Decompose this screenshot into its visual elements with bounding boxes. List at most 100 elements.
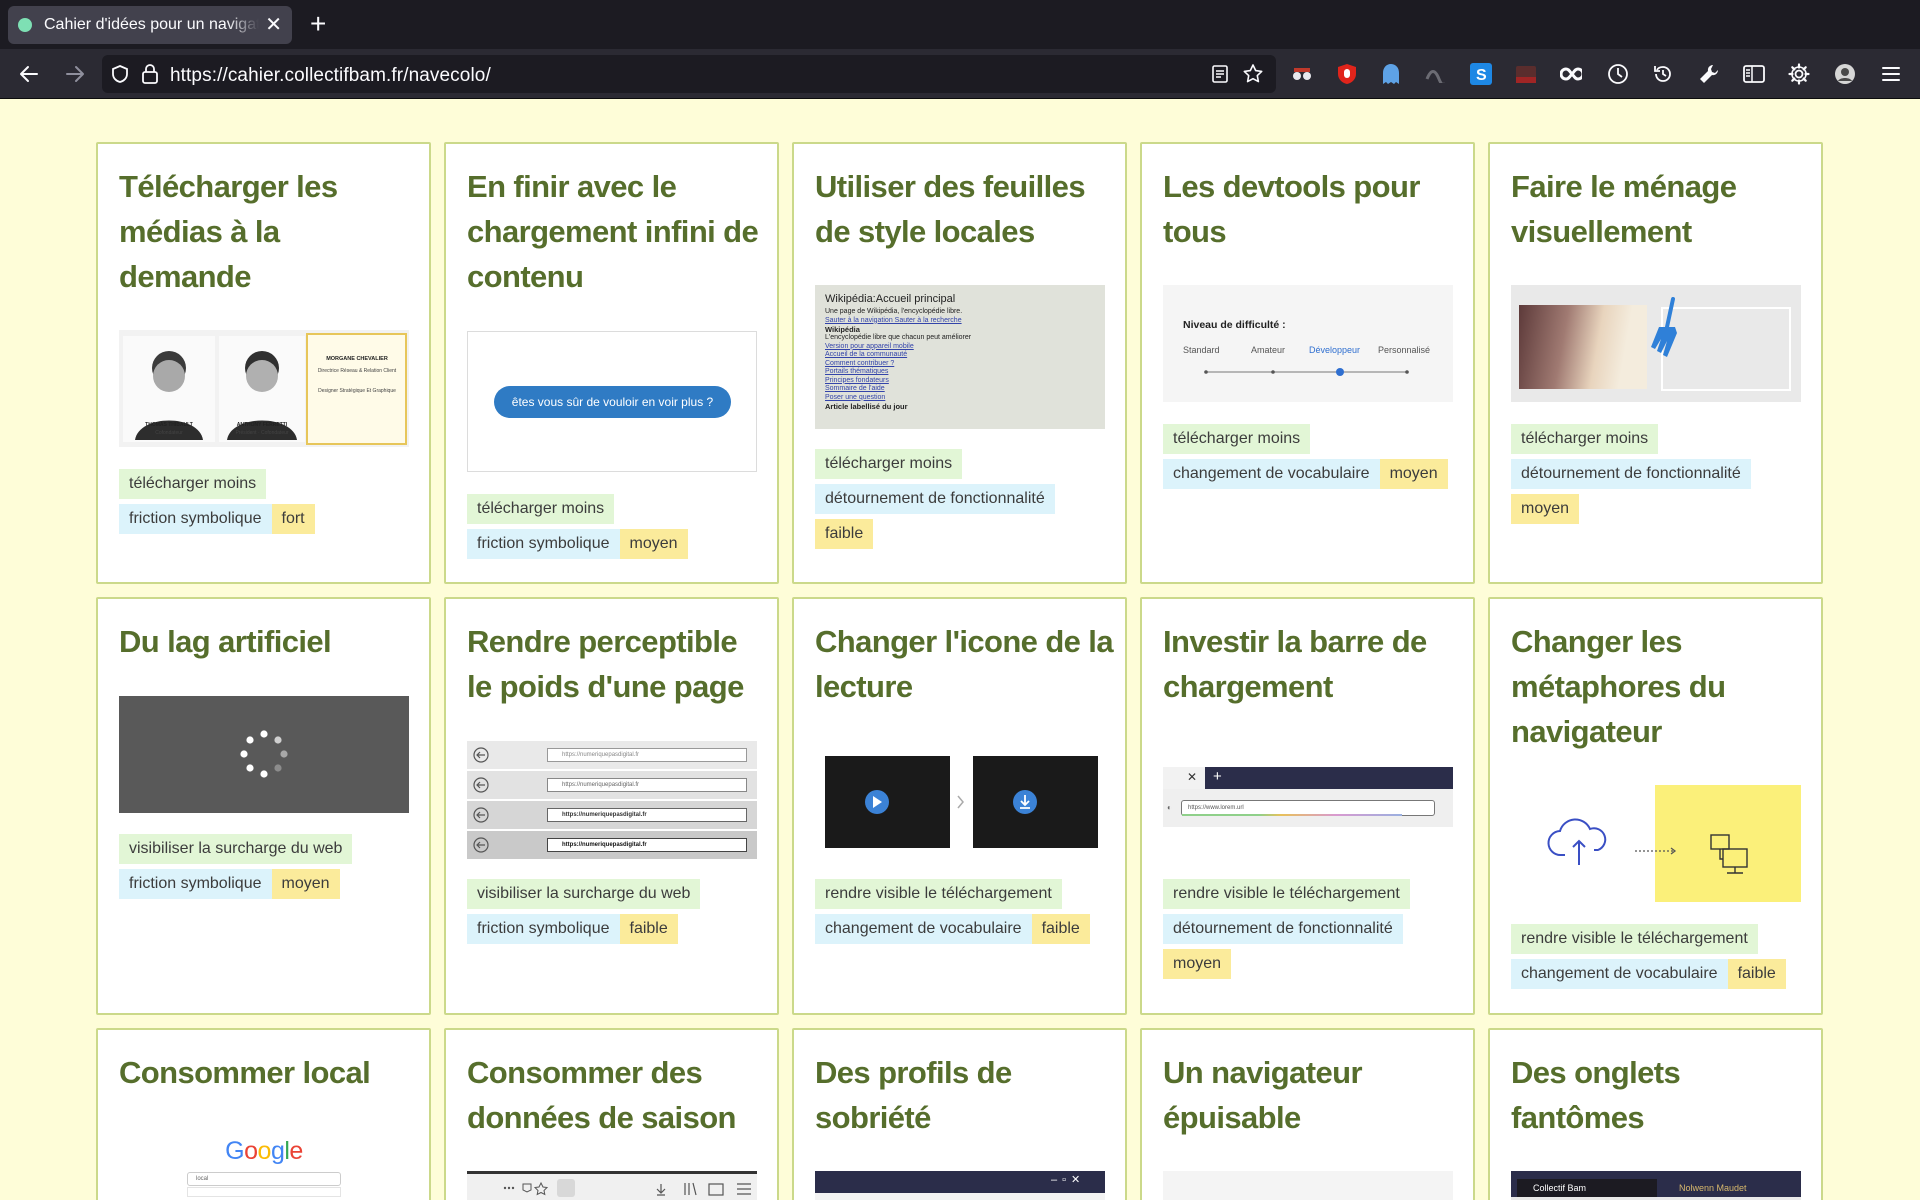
tag-method: changement de vocabulaire xyxy=(1511,959,1728,989)
card-profils-sobriete[interactable]: Des profils de sobriété –▫✕ xyxy=(792,1028,1127,1200)
new-tab-button[interactable]: + xyxy=(310,10,326,38)
extension-ghostery-icon[interactable] xyxy=(1380,63,1402,85)
cloud-to-server-icon xyxy=(1547,818,1748,874)
sidebar-icon[interactable] xyxy=(1743,63,1765,85)
tag-impact: moyen xyxy=(271,869,340,899)
ghost-tab-1: Collectif Bam xyxy=(1517,1179,1657,1197)
forward-button[interactable] xyxy=(60,59,90,89)
loading-progress-bar xyxy=(1182,814,1402,816)
tag-impact: faible xyxy=(1031,914,1090,944)
close-tab-icon[interactable]: ✕ xyxy=(265,15,282,35)
tag-theme: télécharger moins xyxy=(815,449,963,479)
account-icon[interactable] xyxy=(1834,63,1856,85)
tag-method: détournement de fonctionnalité xyxy=(1511,459,1751,489)
card-donnees-saison[interactable]: Consommer des données de saison xyxy=(444,1028,779,1200)
person-1-name: THOMAS THIBAULT xyxy=(145,422,193,428)
url-weight-thumbnail: https://numeriquepasdigital.fr https://n… xyxy=(467,741,757,859)
metaphor-thumbnail xyxy=(1511,785,1801,902)
card-title: Des onglets fantômes xyxy=(1511,1055,1681,1135)
back-button[interactable] xyxy=(14,59,44,89)
play-icon-thumbnail xyxy=(815,756,1105,848)
wiki-heading: Wikipédia:Accueil principal xyxy=(825,293,956,305)
wrench-icon[interactable] xyxy=(1698,63,1720,85)
url-bar[interactable]: https://cahier.collectifbam.fr/navecolo/ xyxy=(102,55,1276,93)
card-chargement-infini[interactable]: En finir avec le chargement infini de co… xyxy=(444,142,779,584)
restore-history-icon[interactable] xyxy=(1652,63,1674,85)
wiki-line: Une page de Wikipédia, l'encyclopédie li… xyxy=(825,308,963,315)
person-3-role: Directrice Réseau & Relation Client xyxy=(317,368,397,374)
tag-impact: faible xyxy=(815,519,874,549)
extension-spy-icon[interactable] xyxy=(1291,63,1313,85)
card-title: Investir la barre de chargement xyxy=(1163,624,1427,704)
google-thumbnail: Google local xyxy=(119,1127,409,1200)
card-navigateur-epuisable[interactable]: Un navigateur épuisable xyxy=(1140,1028,1475,1200)
reader-view-icon[interactable] xyxy=(1210,64,1230,84)
wiki-line: L'encyclopédie libre que chacun peut amé… xyxy=(825,334,972,341)
card-title: Consommer local xyxy=(119,1055,371,1090)
card-metaphores[interactable]: Changer les métaphores du navigateur ren… xyxy=(1488,597,1823,1015)
card-poids-page[interactable]: Rendre perceptible le poids d'une page h… xyxy=(444,597,779,1015)
tag-list: télécharger moins friction symbolique moy… xyxy=(467,494,777,564)
blurred-image xyxy=(1519,305,1647,389)
tag-impact: moyen xyxy=(1163,949,1232,979)
lock-icon[interactable] xyxy=(140,63,160,85)
url-text: https://cahier.collectifbam.fr/navecolo/ xyxy=(170,65,491,86)
difficulty-slider-thumbnail: Niveau de difficulté : Standard Amateur … xyxy=(1163,285,1453,402)
tag-list: rendre visible le téléchargement changem… xyxy=(1511,924,1821,994)
card-devtools[interactable]: Les devtools pour tous Niveau de difficu… xyxy=(1140,142,1475,584)
extension-ublock-icon[interactable] xyxy=(1336,63,1358,85)
extension-infinity-icon[interactable] xyxy=(1560,63,1582,85)
wikipedia-thumbnail: Wikipédia:Accueil principal Une page de … xyxy=(815,285,1105,429)
difficulty-slider xyxy=(1204,368,1409,376)
bookmark-star-icon[interactable] xyxy=(1242,63,1264,85)
tag-theme: télécharger moins xyxy=(119,469,267,499)
menu-icon[interactable] xyxy=(1880,63,1902,85)
card-title: Changer les métaphores du navigateur xyxy=(1511,624,1726,749)
card-telecharger-medias[interactable]: Télécharger les médias à la demande THOM… xyxy=(96,142,431,584)
person-3-name: MORGANE CHEVALIER xyxy=(326,356,388,362)
tag-method: changement de vocabulaire xyxy=(815,914,1032,944)
card-lag-artificiel[interactable]: Du lag artificiel visibiliser la surchar… xyxy=(96,597,431,1015)
mini-tab-bar xyxy=(1163,767,1453,789)
card-consommer-local[interactable]: Consommer local Google local xyxy=(96,1028,431,1200)
team-photos-thumbnail: THOMAS THIBAULT Cofondateur ANTHONY FERR… xyxy=(119,330,409,447)
tag-impact: moyen xyxy=(619,529,688,559)
tag-impact: moyen xyxy=(1379,459,1448,489)
svg-text:S: S xyxy=(1476,67,1487,84)
card-onglets-fantomes[interactable]: Des onglets fantômes Collectif Bam Nolwe… xyxy=(1488,1028,1823,1200)
google-logo: Google xyxy=(225,1137,303,1165)
ghost-tabs-thumbnail: Collectif Bam Nolwenn Maudet xyxy=(1511,1171,1801,1200)
tab-title: Cahier d'idées pour un navigateur écolog… xyxy=(44,16,260,33)
exhaustible-thumbnail xyxy=(1163,1171,1453,1200)
history-icon[interactable] xyxy=(1607,63,1629,85)
tag-list: télécharger moins détournement de foncti… xyxy=(1511,424,1821,529)
card-barre-chargement[interactable]: Investir la barre de chargement ✕ + http… xyxy=(1140,597,1475,1015)
shield-icon[interactable] xyxy=(110,64,130,84)
favicon-icon xyxy=(18,18,32,32)
card-feuilles-style[interactable]: Utiliser des feuilles de style locales W… xyxy=(792,142,1127,584)
card-title: Les devtools pour tous xyxy=(1163,169,1420,249)
person-3-extra: Designer Stratégique Et Graphique xyxy=(318,388,396,394)
card-title: Faire le ménage visuellement xyxy=(1511,169,1737,249)
card-title: Télécharger les médias à la demande xyxy=(119,169,338,294)
tag-theme: rendre visible le téléchargement xyxy=(1163,879,1410,909)
extension-s-icon[interactable]: S xyxy=(1470,63,1492,85)
tag-list: télécharger moins friction symbolique for… xyxy=(119,469,429,539)
gear-icon[interactable] xyxy=(1788,63,1810,85)
card-icone-lecture[interactable]: Changer l'icone de la lecture rendre vis… xyxy=(792,597,1127,1015)
url-box-4: https://numeriquepasdigital.fr xyxy=(547,838,747,852)
extension-pdf-icon[interactable] xyxy=(1515,63,1537,85)
wiki-line: Accueil de la communauté xyxy=(825,351,908,358)
url-box-1: https://numeriquepasdigital.fr xyxy=(547,748,747,762)
tag-list: visibiliser la surcharge du web friction… xyxy=(467,879,777,949)
tag-list: visibiliser la surcharge du web friction… xyxy=(119,834,429,904)
card-menage-visuel[interactable]: Faire le ménage visuellement télécharger… xyxy=(1488,142,1823,584)
wiki-line: Version pour appareil mobile xyxy=(825,342,914,350)
ghost-tab-2: Nolwenn Maudet xyxy=(1679,1183,1747,1193)
tag-method: détournement de fonctionnalité xyxy=(815,484,1055,514)
extension-wave-icon[interactable] xyxy=(1425,63,1447,85)
tag-theme: télécharger moins xyxy=(1511,424,1659,454)
tag-theme: télécharger moins xyxy=(1163,424,1311,454)
tab-active[interactable]: Cahier d'idées pour un navigateur écolog… xyxy=(8,6,292,44)
tag-theme: télécharger moins xyxy=(467,494,615,524)
